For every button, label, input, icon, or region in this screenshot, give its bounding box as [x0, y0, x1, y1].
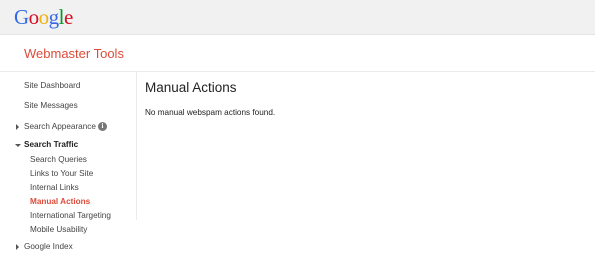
sidebar-item-site-dashboard[interactable]: Site Dashboard	[24, 81, 80, 91]
sidebar-subitem-mobile-usability[interactable]: Mobile Usability	[30, 225, 87, 235]
sidebar-item-search-appearance[interactable]: Search Appearance	[24, 122, 96, 132]
logo-letter: o	[28, 5, 40, 29]
product-title-bar: Webmaster Tools	[0, 35, 595, 72]
sidebar-subitem-international-targeting[interactable]: International Targeting	[30, 211, 111, 221]
sidebar-subitem-internal-links[interactable]: Internal Links	[30, 183, 79, 193]
chevron-right-icon[interactable]	[16, 124, 19, 130]
sidebar-item-google-index[interactable]: Google Index	[24, 242, 73, 252]
info-icon[interactable]: i	[98, 122, 107, 131]
sidebar-subitem-links-to-your-site[interactable]: Links to Your Site	[30, 169, 93, 179]
logo-letter: e	[64, 5, 73, 29]
status-message: No manual webspam actions found.	[145, 108, 276, 117]
sidebar-item-site-messages[interactable]: Site Messages	[24, 101, 78, 111]
google-logo[interactable]: Google	[14, 5, 73, 29]
sidebar-subitem-manual-actions[interactable]: Manual Actions	[30, 197, 90, 207]
logo-letter: g	[48, 5, 60, 29]
sidebar-nav: Site Dashboard Site Messages Search Appe…	[0, 72, 136, 253]
logo-letter: G	[14, 5, 29, 29]
sidebar-subitem-search-queries[interactable]: Search Queries	[30, 155, 87, 165]
logo-letter: o	[38, 5, 50, 29]
chevron-right-icon[interactable]	[16, 244, 19, 250]
top-bar: Google	[0, 0, 595, 35]
page-title: Manual Actions	[145, 80, 237, 95]
chevron-down-icon[interactable]	[15, 144, 21, 147]
sidebar-divider	[136, 72, 137, 220]
sidebar-item-search-traffic[interactable]: Search Traffic	[24, 140, 78, 150]
product-title[interactable]: Webmaster Tools	[24, 46, 124, 62]
